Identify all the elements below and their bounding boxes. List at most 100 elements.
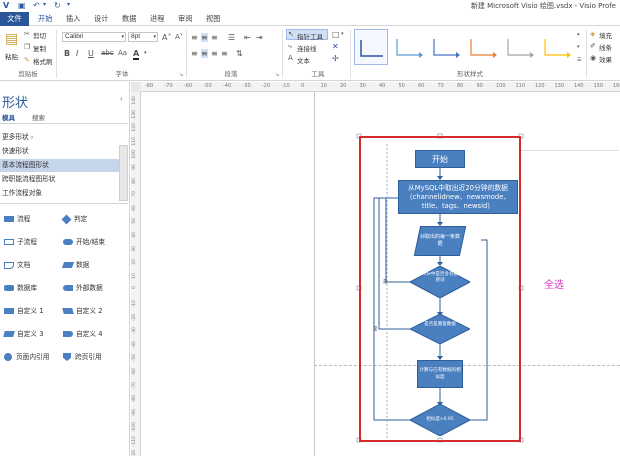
collapse-pane-icon[interactable]: ‹ — [120, 95, 123, 104]
align-left-icon[interactable]: ≡ — [191, 49, 198, 58]
copy-button[interactable]: 复制 — [33, 43, 46, 53]
text-direction-icon[interactable]: ⇅ — [236, 49, 243, 58]
style-thumb-2[interactable] — [391, 29, 425, 65]
line-icon[interactable]: ✐ — [590, 42, 596, 51]
text-tool-button[interactable]: 文本 — [297, 55, 310, 65]
styles-more-icon[interactable]: ☰ — [577, 56, 581, 65]
decrease-indent-icon[interactable]: ⇤ — [244, 33, 251, 42]
connector-button[interactable]: 连接线 — [297, 43, 317, 53]
shape-database[interactable]: 数据库 — [4, 282, 37, 292]
align-bottom-icon[interactable]: ≡ — [211, 33, 218, 42]
tab-stencils[interactable]: 模具 — [2, 112, 15, 122]
shape-document[interactable]: 文档 — [4, 259, 30, 269]
effects-button[interactable]: 效果 — [599, 54, 612, 64]
shapes-pane-title: 形状 — [2, 96, 29, 111]
font-color-dropdown-icon[interactable]: ▾ — [144, 49, 147, 58]
customize-qa-icon[interactable]: ▾ — [67, 1, 70, 8]
close-icon[interactable]: ✕ — [332, 42, 339, 51]
strikethrough-icon[interactable]: abc — [101, 49, 114, 58]
style-thumb-3[interactable] — [428, 29, 462, 65]
font-color-icon[interactable]: A — [133, 49, 140, 60]
tab-home[interactable]: 开始 — [38, 14, 52, 24]
bold-icon[interactable]: B — [64, 49, 70, 58]
justify-icon[interactable]: ≡ — [221, 49, 228, 58]
font-size-dropdown-icon: ▾ — [153, 34, 156, 40]
font-family-select[interactable]: Calibri ▾ — [62, 32, 126, 42]
shape-document-label: 文档 — [17, 261, 31, 269]
shape-decision-label: 判定 — [74, 215, 88, 223]
save-icon[interactable]: ▣ — [18, 1, 26, 10]
category-cross-functional[interactable]: 跨职能流程图形状 — [0, 173, 128, 186]
style-thumb-4[interactable] — [465, 29, 499, 65]
align-center-icon[interactable]: ≡ — [201, 49, 208, 58]
shape-tools-dropdown-icon[interactable]: ▾ — [341, 30, 344, 39]
undo-dropdown-icon[interactable]: ▾ — [43, 1, 46, 8]
shape-custom-1[interactable]: 自定义 1 — [4, 305, 43, 315]
tab-process[interactable]: 进程 — [150, 14, 164, 24]
font-size-select[interactable]: 8pt ▾ — [128, 32, 158, 42]
shape-data-label: 数据 — [76, 261, 90, 269]
category-quick-shapes[interactable]: 快速形状 — [0, 145, 128, 158]
italic-icon[interactable]: I — [76, 49, 78, 58]
category-scrollbar[interactable] — [119, 145, 128, 201]
shrink-font-icon[interactable]: A˅ — [175, 33, 183, 42]
align-top-icon[interactable]: ≡ — [191, 33, 198, 42]
copy-icon[interactable]: ❐ — [24, 43, 30, 52]
shape-custom-2-label: 自定义 2 — [76, 307, 103, 315]
increase-indent-icon[interactable]: ⇥ — [256, 33, 263, 42]
undo-icon[interactable]: ↶ — [33, 1, 40, 10]
tab-search[interactable]: 搜索 — [32, 112, 45, 122]
styles-scroll-down-icon[interactable]: ▾ — [577, 43, 580, 52]
redo-icon[interactable]: ↻ — [54, 1, 61, 10]
connector-icon[interactable]: ⤷ — [288, 42, 292, 51]
format-painter-button[interactable]: 格式刷 — [33, 56, 53, 66]
cut-icon[interactable]: ✂ — [24, 30, 30, 39]
tab-file[interactable]: 文件 — [0, 12, 29, 26]
underline-icon[interactable]: U — [88, 49, 94, 58]
shape-process[interactable]: 流程 — [4, 213, 30, 223]
line-button[interactable]: 线条 — [599, 42, 612, 52]
style-thumb-1[interactable] — [354, 29, 388, 65]
paste-icon[interactable]: ▤ — [5, 32, 18, 46]
fill-button[interactable]: 填充 — [599, 30, 612, 40]
format-painter-icon[interactable]: ✎ — [24, 56, 30, 65]
paragraph-dialog-launcher-icon[interactable]: ↘ — [275, 71, 279, 80]
shape-on-page-ref[interactable]: 页面内引用 — [4, 351, 49, 361]
shape-off-page-ref[interactable]: 跨页引用 — [63, 351, 102, 361]
tab-review[interactable]: 审阅 — [178, 14, 192, 24]
shape-subprocess[interactable]: 子流程 — [4, 236, 37, 246]
ribbon-tabs: 文件 开始 插入 设计 数据 进程 审阅 视图 — [0, 12, 620, 26]
shape-data[interactable]: 数据 — [61, 259, 90, 269]
tab-insert[interactable]: 插入 — [66, 14, 80, 24]
category-basic-flowchart[interactable]: 基本流程图形状 — [0, 159, 128, 172]
rectangle-tool-icon[interactable]: □ — [332, 30, 340, 39]
shape-decision[interactable]: 判定 — [61, 213, 88, 224]
tab-data[interactable]: 数据 — [122, 14, 136, 24]
style-thumb-6[interactable] — [539, 29, 573, 65]
change-case-button[interactable]: Aa — [118, 49, 127, 58]
shape-terminator[interactable]: 开始/结束 — [63, 236, 105, 246]
tab-design[interactable]: 设计 — [94, 14, 108, 24]
text-tool-icon[interactable]: A — [288, 54, 293, 63]
tab-view[interactable]: 视图 — [206, 14, 220, 24]
shape-custom-2[interactable]: 自定义 2 — [62, 305, 103, 315]
bullets-icon[interactable]: ☰ — [228, 33, 235, 42]
paste-button[interactable]: 粘贴 — [5, 51, 18, 61]
align-middle-icon[interactable]: ≡ — [201, 33, 208, 42]
align-right-icon[interactable]: ≡ — [211, 49, 218, 58]
shape-custom-4[interactable]: 自定义 4 — [63, 328, 102, 338]
shape-custom-3[interactable]: 自定义 3 — [3, 328, 44, 338]
category-workflow-objects[interactable]: 工作流程对象 — [0, 187, 128, 200]
style-thumb-5[interactable] — [502, 29, 536, 65]
drawing-canvas[interactable]: -80 -70 -60 -50 -40 -30 -20 -10 0 10 20 30 40 50 60 70 8… — [131, 82, 620, 456]
connection-point-icon[interactable]: ✢ — [332, 54, 339, 63]
styles-scroll-up-icon[interactable]: ▴ — [577, 30, 580, 39]
shape-external-data[interactable]: 外部数据 — [63, 282, 103, 292]
cut-button[interactable]: 剪切 — [33, 30, 46, 40]
shape-custom-3-label: 自定义 3 — [17, 330, 44, 338]
more-shapes-button[interactable]: 更多形状 › — [0, 131, 128, 144]
effects-icon[interactable]: ◉ — [590, 54, 596, 63]
grow-font-icon[interactable]: A˄ — [162, 33, 171, 42]
font-dialog-launcher-icon[interactable]: ↘ — [179, 71, 183, 80]
fill-icon[interactable]: ◈ — [590, 30, 595, 39]
